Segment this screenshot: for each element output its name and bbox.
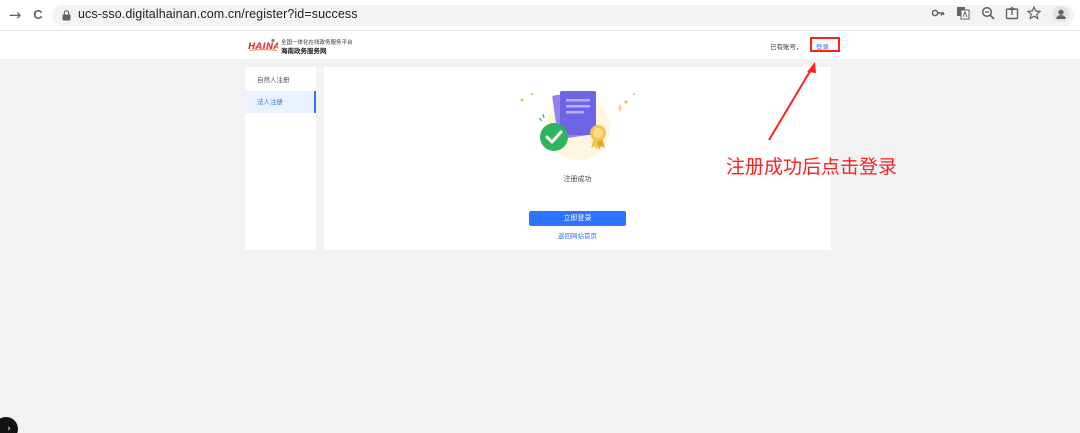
annotation-text: 注册成功后点击登录 [726, 156, 898, 178]
reload-icon[interactable]: C [29, 6, 47, 24]
profile-icon[interactable] [1052, 6, 1070, 24]
register-type-sidebar: 自然人注册 法人注册 [245, 67, 316, 250]
hainan-logo[interactable]: HAINAN [248, 38, 278, 52]
corner-chevron-icon[interactable]: › [0, 417, 18, 433]
success-illustration [520, 90, 635, 160]
have-account-text: 已有账号， [770, 43, 803, 51]
logo-title: 海南政务服务网 [281, 47, 327, 55]
share-icon[interactable] [1003, 6, 1021, 24]
zoom-icon[interactable] [979, 6, 997, 24]
login-highlight-box [810, 37, 840, 52]
login-now-button[interactable]: 立即登录 [529, 211, 626, 226]
star-icon[interactable] [1025, 5, 1043, 24]
key-icon[interactable] [929, 6, 947, 24]
sidebar-item-legal-person[interactable]: 法人注册 [245, 91, 316, 113]
site-header: HAINAN 全国一体化在线政务服务平台 海南政务服务网 已有账号， 登录 [0, 31, 1080, 59]
annotation-arrow [768, 62, 816, 141]
address-bar[interactable]: ucs-sso.digitalhainan.com.cn/register?id… [52, 5, 1074, 26]
sidebar-item-personal[interactable]: 自然人注册 [245, 69, 316, 91]
translate-icon[interactable] [954, 6, 972, 24]
lock-icon [62, 10, 71, 21]
url-text: ucs-sso.digitalhainan.com.cn/register?id… [78, 7, 358, 21]
browser-toolbar: → C ucs-sso.digitalhainan.com.cn/registe… [0, 0, 1080, 31]
forward-icon[interactable]: → [6, 6, 24, 24]
back-to-home-link[interactable]: 返回网站首页 [324, 230, 831, 240]
